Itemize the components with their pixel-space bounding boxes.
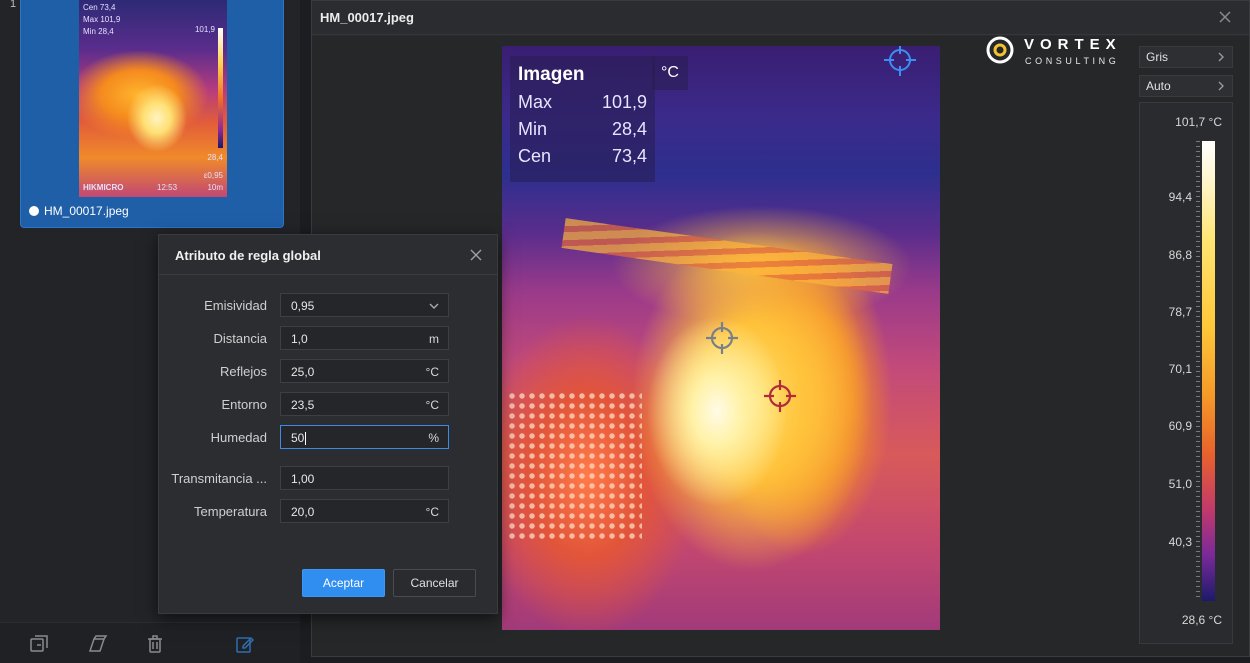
accept-button[interactable]: Aceptar [302, 569, 385, 597]
overlay-label: Max [518, 92, 553, 112]
min-point-crosshair-icon[interactable] [762, 378, 798, 414]
overlay-value: 28,4 [611, 119, 647, 139]
chevron-right-icon [1216, 51, 1226, 63]
close-icon[interactable] [469, 248, 483, 262]
ambient-label: Entorno [221, 397, 267, 412]
belt-heat-region [561, 218, 893, 294]
import-icon[interactable] [28, 633, 50, 655]
transmittance-value: 1,00 [291, 472, 315, 486]
max-point-crosshair-icon[interactable] [882, 46, 918, 78]
temperature-unit: °C [425, 505, 439, 519]
scale-tick-label: 40,3 [1168, 535, 1192, 549]
selection-radio[interactable] [29, 206, 39, 216]
left-toolbar [0, 622, 300, 663]
thumb-brand-logo: HIKMICRO [83, 183, 124, 192]
thermal-image[interactable]: Imagen Max 101,9 Min 28,4 Cen 73,4 °C [502, 46, 940, 630]
overlay-label: Cen [518, 146, 552, 166]
thumb-overlay-min: Min 28,4 [83, 27, 114, 36]
thumb-time: 12:53 [157, 183, 178, 192]
trash-icon[interactable] [144, 633, 166, 655]
scale-tick-label: 70,1 [1168, 362, 1192, 376]
chevron-down-icon [428, 300, 440, 310]
thumb-emissivity: ε0,95 [203, 171, 223, 180]
temperature-value: 20,0 [291, 505, 315, 519]
edit-icon[interactable] [234, 633, 256, 655]
scale-max-label: 101,7 °C [1175, 115, 1222, 129]
temperature-label: Temperatura [194, 504, 267, 519]
vortex-logo: VORTEX CONSULTING [984, 34, 1144, 70]
range-button[interactable]: Auto [1139, 75, 1233, 97]
file-index: 1 [10, 0, 17, 10]
reflections-input[interactable]: 25,0 °C [280, 359, 449, 383]
distance-input[interactable]: 1,0 m [280, 326, 449, 350]
viewer-title: HM_00017.jpeg [320, 10, 414, 25]
humidity-unit: % [428, 431, 439, 445]
palette-button[interactable]: Gris [1139, 46, 1233, 68]
temperature-input[interactable]: 20,0 °C [280, 499, 449, 523]
overlay-value: 73,4 [611, 146, 647, 166]
dialog-title: Atributo de regla global [175, 248, 321, 263]
distance-label: Distancia [213, 331, 267, 346]
thumbnail-filename: HM_00017.jpeg [44, 204, 129, 218]
thumbnail-image[interactable]: Cen 73,4 Max 101,9 Min 28,4 101,9 28,4 ε… [79, 0, 227, 197]
range-button-label: Auto [1146, 79, 1171, 93]
ambient-value: 23,5 [291, 398, 315, 412]
scale-tick-label: 78,7 [1168, 305, 1192, 319]
logo-name: VORTEX [1024, 36, 1122, 53]
thumbnail-card[interactable]: Cen 73,4 Max 101,9 Min 28,4 101,9 28,4 ε… [20, 0, 284, 228]
scale-tick-label: 51,0 [1168, 477, 1192, 491]
vortex-swirl-icon [984, 34, 1016, 66]
overlay-value: 101,9 [601, 92, 647, 112]
overlay-label: Min [518, 119, 548, 139]
viewer-titlebar: HM_00017.jpeg [312, 1, 1249, 35]
palette-button-label: Gris [1146, 50, 1168, 64]
center-point-crosshair-icon[interactable] [704, 320, 740, 356]
global-rule-dialog: Atributo de regla global Emisividad 0,95… [158, 234, 498, 614]
thumb-overlay-cen: Cen 73,4 [83, 3, 116, 12]
scale-min-label: 28,6 °C [1181, 613, 1222, 627]
overlay-row-max: Max 101,9 [518, 92, 647, 113]
humidity-input[interactable]: 50 % [280, 425, 449, 449]
humidity-value: 50 [291, 431, 305, 445]
distance-unit: m [429, 332, 439, 346]
export-icon[interactable] [86, 633, 108, 655]
scale-tick-label: 86,8 [1168, 248, 1192, 262]
chevron-right-icon [1216, 80, 1226, 92]
emissivity-value: 0,95 [291, 299, 315, 313]
thumb-scale-bar [218, 28, 223, 148]
close-icon[interactable] [1217, 9, 1233, 25]
thumb-scale-top: 101,9 [194, 25, 215, 34]
thumb-distance: 10m [207, 183, 223, 192]
text-caret [305, 432, 307, 446]
reflections-unit: °C [425, 365, 439, 379]
thumb-scale-bottom: 28,4 [207, 153, 223, 162]
logo-subtitle: CONSULTING [1025, 56, 1120, 66]
overlay-title: Imagen [518, 64, 585, 85]
motor-grille-region [507, 391, 642, 541]
humidity-label: Humedad [210, 430, 267, 445]
overlay-row-cen: Cen 73,4 [518, 146, 647, 167]
distance-value: 1,0 [291, 332, 308, 346]
dialog-header: Atributo de regla global [159, 235, 497, 275]
emissivity-label: Emisividad [204, 298, 267, 313]
emissivity-select[interactable]: 0,95 [280, 293, 449, 317]
transmittance-input[interactable]: 1,00 [280, 466, 449, 490]
overlay-unit: °C [652, 56, 688, 90]
scale-tick-label: 94,4 [1168, 190, 1192, 204]
thumb-overlay-max: Max 101,9 [83, 15, 121, 24]
overlay-row-min: Min 28,4 [518, 119, 647, 140]
measurement-overlay: Imagen Max 101,9 Min 28,4 Cen 73,4 [510, 56, 655, 182]
scale-ticks [1196, 141, 1200, 601]
reflections-label: Reflejos [220, 364, 267, 379]
ambient-input[interactable]: 23,5 °C [280, 392, 449, 416]
scale-gradient-bar[interactable] [1202, 141, 1215, 601]
transmittance-label: Transmitancia ... [171, 471, 267, 486]
temperature-scale: 101,7 °C 94,4 86,8 78,7 70,1 60,9 51,0 4… [1139, 102, 1233, 644]
scale-tick-label: 60,9 [1168, 419, 1192, 433]
cancel-button[interactable]: Cancelar [393, 569, 476, 597]
reflections-value: 25,0 [291, 365, 315, 379]
ambient-unit: °C [425, 398, 439, 412]
